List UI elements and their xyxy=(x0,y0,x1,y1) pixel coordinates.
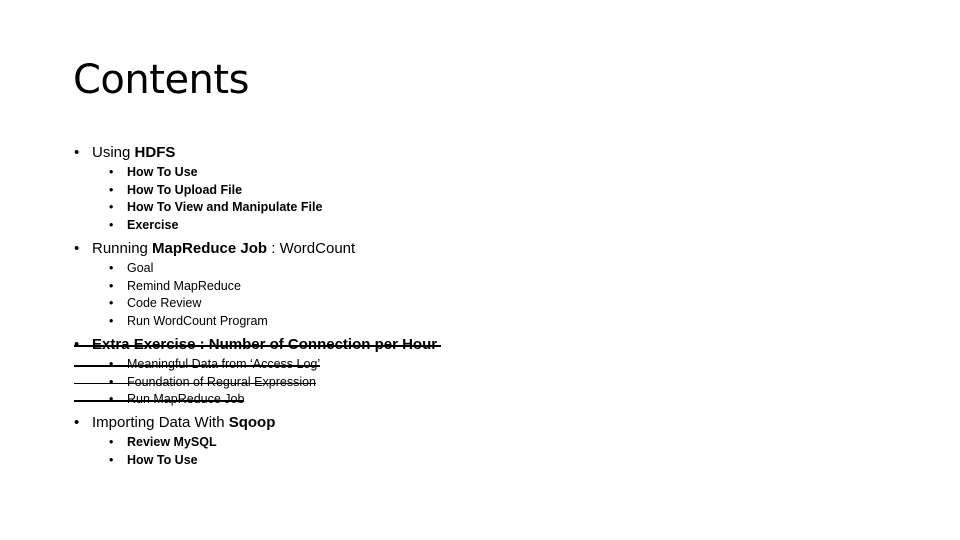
sub-item-text: Foundation of Regural Expression xyxy=(127,374,317,389)
sub-item-text: Review MySQL xyxy=(127,435,217,449)
heading-text: HDFS xyxy=(134,144,176,161)
slide-title: Contents xyxy=(73,57,249,103)
bullet-icon: • xyxy=(109,218,114,233)
strikethrough-line xyxy=(74,345,441,347)
sub-item-text: Run MapReduce Job xyxy=(127,392,245,407)
bullet-icon: • xyxy=(74,144,80,161)
sub-item: • Meaningful Data from ‘Access Log’ xyxy=(74,356,437,374)
strikethrough-line xyxy=(74,382,316,385)
sub-item: • How To Upload File xyxy=(74,182,322,200)
bullet-icon: • xyxy=(109,296,114,311)
sub-item: • Goal xyxy=(74,260,355,278)
heading-text: Using xyxy=(92,144,135,161)
bullet-icon: • xyxy=(109,165,114,179)
sub-item-text: Run WordCount Program xyxy=(127,314,268,329)
sub-item-text: How To Use xyxy=(127,165,198,179)
bullet-icon: • xyxy=(74,414,80,431)
outline-section: • Importing Data With Sqoop • Review MySQL •… xyxy=(74,414,275,469)
heading-text: : WordCount xyxy=(267,240,356,257)
section-heading: • Using HDFS xyxy=(74,144,322,162)
bullet-icon: • xyxy=(109,452,114,467)
sub-item: • Remind MapReduce xyxy=(74,278,355,296)
sub-item: • Run WordCount Program xyxy=(74,313,355,331)
bullet-icon: • xyxy=(109,435,114,449)
heading-text: Importing Data With xyxy=(92,414,229,431)
bullet-icon: • xyxy=(109,278,114,293)
bullet-icon: • xyxy=(109,314,114,329)
sub-item-text: Exercise xyxy=(127,218,179,233)
sub-item: • Exercise xyxy=(74,217,322,235)
heading-text: Sqoop xyxy=(228,414,276,431)
heading-text: Running xyxy=(92,240,153,257)
heading-text: MapReduce Job xyxy=(152,240,268,257)
sub-item: • How To View and Manipulate File xyxy=(74,199,322,217)
bullet-icon: • xyxy=(74,240,80,257)
section-heading: •Extra Exercise : Number of Connection p… xyxy=(74,336,441,354)
sub-item: • How To Use xyxy=(74,164,322,182)
bullet-icon: • xyxy=(109,182,114,197)
sub-item-text: How To View and Manipulate File xyxy=(127,200,323,215)
outline-section: • Running MapReduce Job : WordCount • Goal •… xyxy=(74,240,355,331)
sub-item: • Code Review xyxy=(74,295,355,313)
bullet-icon: • xyxy=(109,261,114,275)
outline-section: • Using HDFS • How To Use • How To Upload Fil… xyxy=(74,144,322,235)
outline-section: •Extra Exercise : Number of Connection p… xyxy=(74,336,441,409)
sub-item-text: Goal xyxy=(127,261,154,275)
sub-item: • Review MySQL xyxy=(74,434,275,452)
sub-item: • Foundation of Regural Expression xyxy=(74,374,437,392)
sub-item: • Run MapReduce Job xyxy=(74,391,437,409)
strikethrough-line xyxy=(74,365,320,367)
sub-item-text: Code Review xyxy=(127,296,202,311)
sub-item-text: Remind MapReduce xyxy=(127,278,241,293)
sub-item-text: How To Use xyxy=(127,452,198,467)
section-heading: • Importing Data With Sqoop xyxy=(74,414,275,432)
sub-item-text: How To Upload File xyxy=(127,182,243,197)
sub-item-text: Meaningful Data from ‘Access Log’ xyxy=(127,357,321,371)
sub-item: • How To Use xyxy=(74,452,275,470)
bullet-icon: • xyxy=(109,200,114,215)
strikethrough-line xyxy=(74,400,244,402)
section-heading: • Running MapReduce Job : WordCount xyxy=(74,240,355,258)
